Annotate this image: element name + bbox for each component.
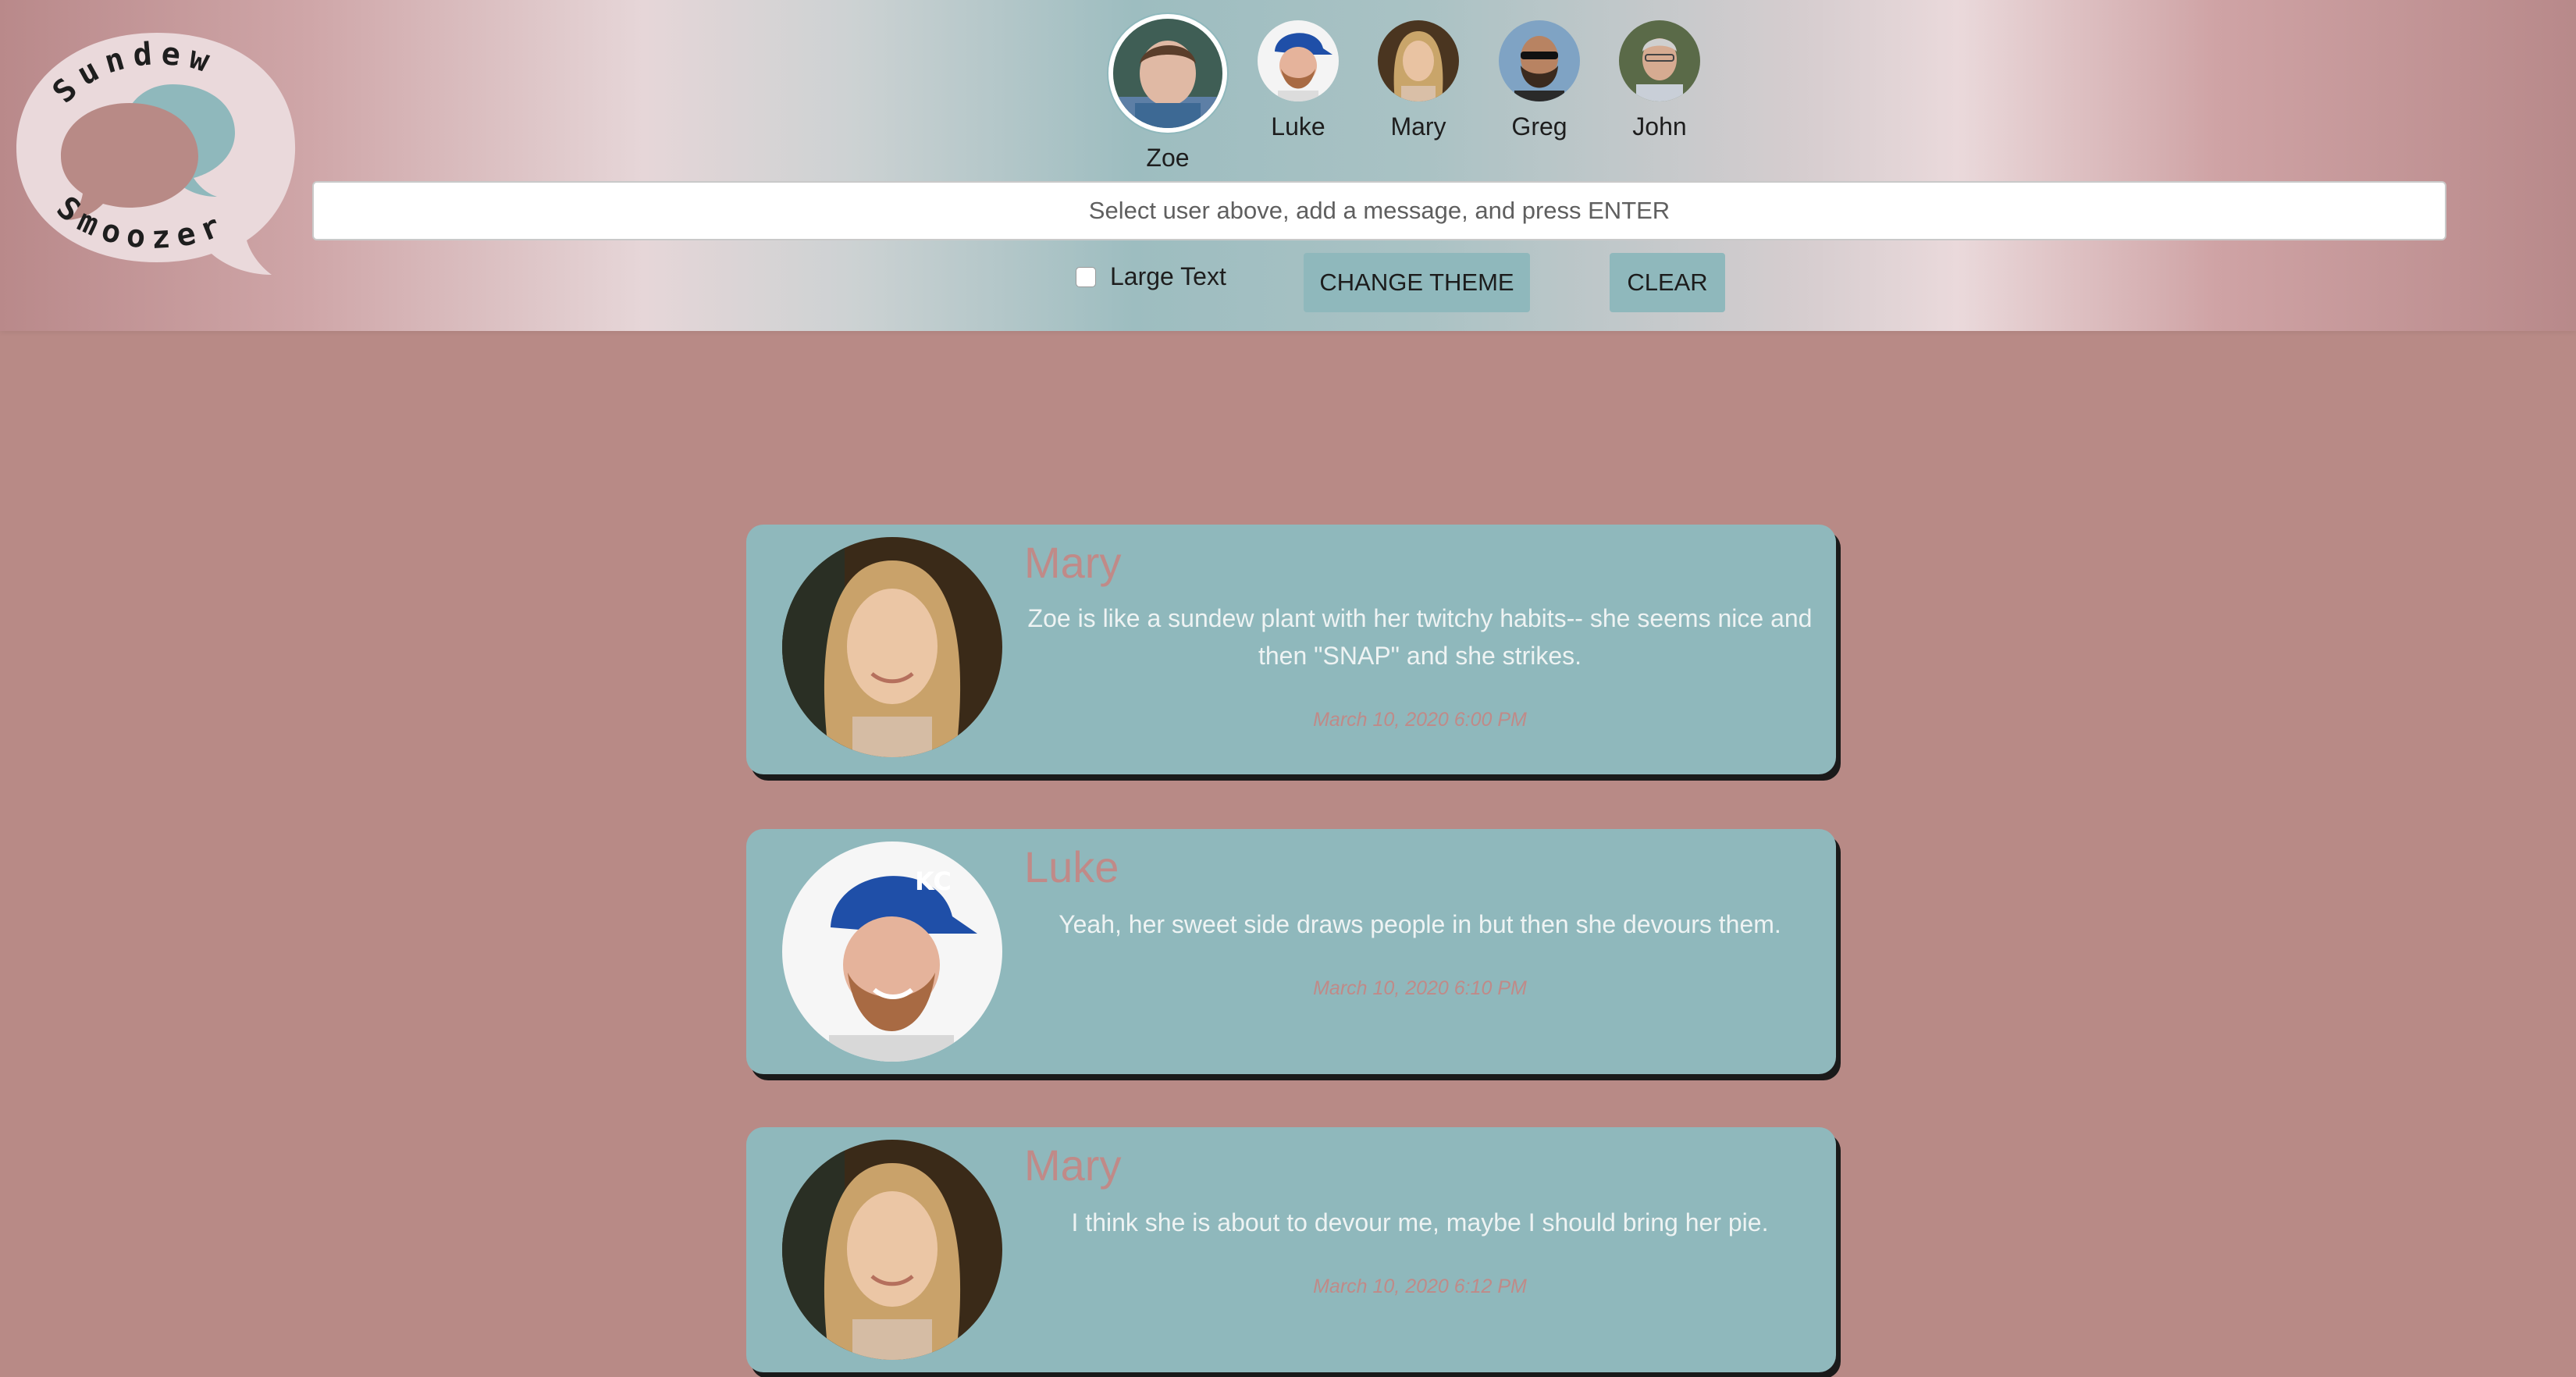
user-john[interactable]: John — [1589, 20, 1730, 141]
change-theme-button[interactable]: CHANGE THEME — [1304, 253, 1530, 312]
sundew-smoozer-logo: Sundew Smoozer — [16, 33, 296, 275]
message-author: Mary — [1024, 538, 1122, 587]
zoe-avatar[interactable] — [1108, 14, 1227, 133]
user-name: Greg — [1511, 112, 1567, 141]
message-card: KC Luke Yeah, her sweet side draws peopl… — [746, 829, 1836, 1074]
message-author: Luke — [1024, 842, 1119, 891]
message-author: Mary — [1024, 1140, 1122, 1190]
user-luke[interactable]: Luke — [1228, 20, 1368, 141]
message-time: March 10, 2020 6:00 PM — [1313, 709, 1527, 731]
message-text: Yeah, her sweet side draws people in but… — [1059, 910, 1781, 938]
user-name: Zoe — [1146, 144, 1190, 172]
message-input[interactable] — [312, 181, 2446, 240]
user-name: Mary — [1390, 112, 1446, 141]
luke-avatar[interactable] — [1258, 20, 1339, 101]
user-mary[interactable]: Mary — [1348, 20, 1489, 141]
luke-photo: KC — [782, 842, 1002, 1062]
svg-text:KC: KC — [915, 866, 952, 896]
large-text-label: Large Text — [1110, 262, 1226, 290]
user-name: John — [1632, 112, 1687, 141]
mary-photo — [782, 1140, 1002, 1360]
mary-photo — [782, 537, 1002, 757]
user-greg[interactable]: Greg — [1469, 20, 1610, 141]
large-text-toggle[interactable]: Large Text — [1076, 262, 1226, 291]
mary-avatar[interactable] — [1378, 20, 1459, 101]
message-time: March 10, 2020 6:12 PM — [1313, 1276, 1527, 1297]
message-card: Mary I think she is about to devour me, … — [746, 1127, 1836, 1372]
message-card: Mary Zoe is like a sundew plant with her… — [746, 525, 1836, 774]
message-text: Zoe is like a sundew plant with her twit… — [1027, 604, 1813, 670]
large-text-checkbox[interactable] — [1076, 266, 1096, 287]
john-avatar[interactable] — [1619, 20, 1700, 101]
user-zoe[interactable]: Zoe — [1098, 14, 1238, 173]
user-name: Luke — [1271, 112, 1325, 141]
clear-button[interactable]: CLEAR — [1610, 253, 1725, 312]
message-time: March 10, 2020 6:10 PM — [1313, 977, 1527, 999]
message-text: I think she is about to devour me, maybe… — [1071, 1208, 1769, 1236]
greg-avatar[interactable] — [1499, 20, 1580, 101]
